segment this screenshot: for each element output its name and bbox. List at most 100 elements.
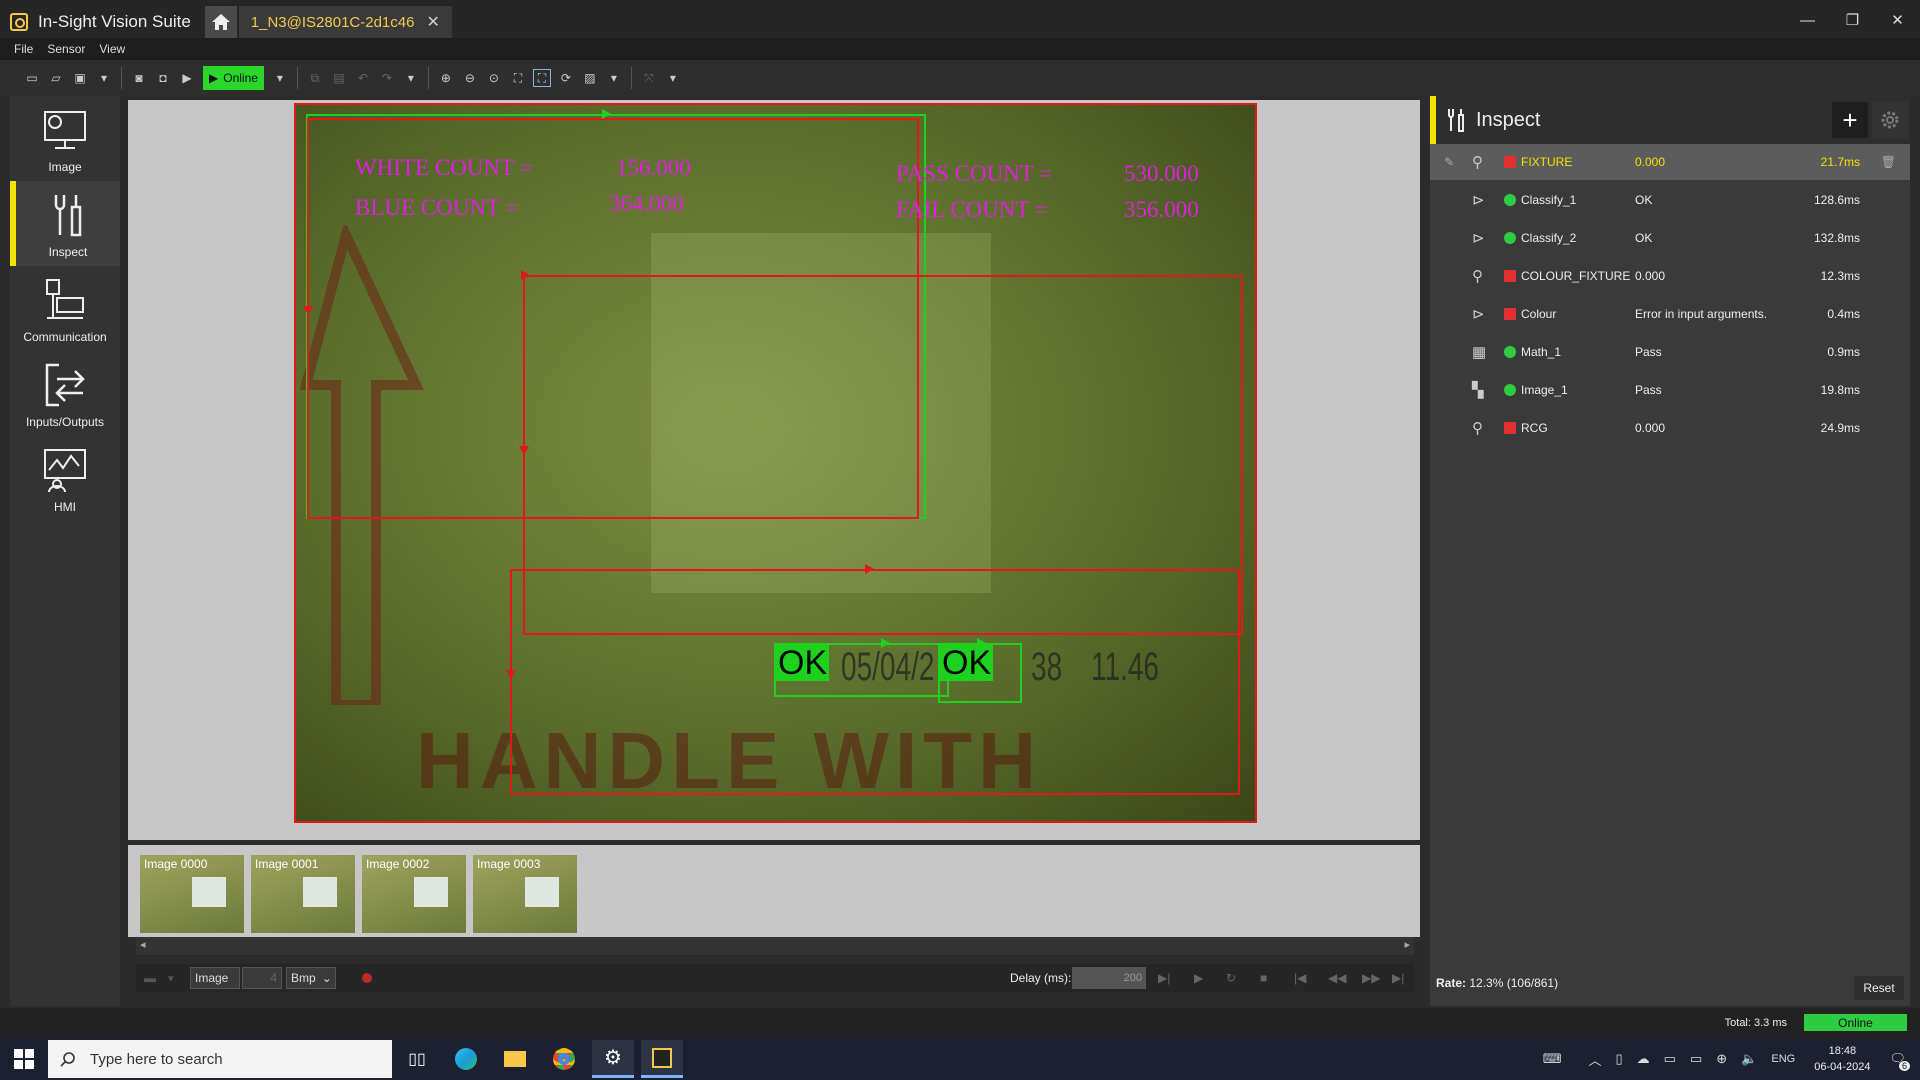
battery-icon[interactable]: ▭ [1690, 1051, 1702, 1067]
tool-row[interactable]: ⚲ COLOUR_FIXTURE 0.000 12.3ms [1430, 258, 1910, 294]
tool-row[interactable]: ▚ Image_1 Pass 19.8ms [1430, 372, 1910, 408]
record-icon[interactable] [362, 973, 372, 983]
first-icon[interactable]: |◀ [1294, 971, 1306, 985]
dropdown-icon[interactable]: ▾ [605, 69, 623, 87]
source-select[interactable]: Image [190, 967, 240, 989]
scroll-left-icon[interactable]: ◂ [140, 938, 146, 951]
thumbnail[interactable]: Image 0000 [140, 855, 244, 933]
stop-icon[interactable]: ■ [1260, 971, 1267, 985]
save-icon[interactable]: ▣ [71, 69, 89, 87]
zoom-in-icon[interactable]: ⊕ [437, 69, 455, 87]
fail-count-value: 356.000 [1124, 197, 1199, 222]
insight-app-button[interactable] [641, 1040, 683, 1078]
menu-file[interactable]: File [14, 42, 33, 56]
gear-icon [1881, 111, 1899, 129]
delay-input[interactable]: 200 [1072, 967, 1146, 989]
last-icon[interactable]: ▶| [1392, 971, 1404, 985]
settings-app-button[interactable]: ⚙ [592, 1040, 634, 1078]
next-icon[interactable]: ▶▶ [1362, 971, 1380, 985]
windows-start-icon[interactable] [14, 1049, 34, 1069]
edit-pencil-icon[interactable]: ✎ [1444, 155, 1454, 169]
thumbnail[interactable]: Image 0001 [251, 855, 355, 933]
video-icon[interactable]: ▶ [178, 69, 196, 87]
thumbnail[interactable]: Image 0002 [362, 855, 466, 933]
reset-button[interactable]: Reset [1854, 976, 1904, 1000]
camera-icon[interactable]: ◙ [130, 69, 148, 87]
file-explorer-button[interactable] [494, 1040, 536, 1078]
zoom-1to1-icon[interactable]: ⊙ [485, 69, 503, 87]
tool-name: Classify_1 [1521, 193, 1577, 207]
step-icon[interactable]: ▶| [1158, 971, 1170, 985]
notification-icon[interactable]: 🗨 6 [1889, 1051, 1910, 1071]
settings-button[interactable] [1872, 102, 1908, 138]
format-select[interactable]: Bmp ⌄ [286, 967, 336, 989]
minimize-button[interactable]: — [1785, 0, 1830, 40]
nav-communication[interactable]: Communication [10, 266, 120, 351]
display-icon[interactable]: ▭ [1664, 1051, 1676, 1067]
tool-row[interactable]: ▦ Math_1 Pass 0.9ms [1430, 334, 1910, 370]
tool-result: 0.000 [1635, 269, 1666, 283]
redo-icon[interactable]: ↷ [378, 69, 396, 87]
new-file-icon[interactable]: ▭ [23, 69, 41, 87]
zoom-out-icon[interactable]: ⊖ [461, 69, 479, 87]
device-icon[interactable]: ▯ [1616, 1051, 1623, 1067]
tool-row[interactable]: ✎ ⚲ FIXTURE 0.000 21.7ms 🗑 [1430, 144, 1910, 180]
chrome-button[interactable] [543, 1040, 585, 1078]
previous-icon[interactable]: ◀◀ [1328, 971, 1346, 985]
tool-row[interactable]: ⊳ Classify_1 OK 128.6ms [1430, 182, 1910, 218]
folder-icon[interactable]: ▬ [144, 971, 156, 985]
menu-view[interactable]: View [99, 42, 125, 56]
zoom-fill-icon[interactable]: ⛶ [532, 69, 551, 87]
image-settings-icon[interactable]: ▨ [581, 69, 599, 87]
tool-row[interactable]: ⚲ RCG 0.000 24.9ms [1430, 410, 1910, 446]
paste-icon[interactable]: ▤ [330, 69, 348, 87]
scroll-right-icon[interactable]: ▸ [1404, 938, 1410, 951]
edge-button[interactable] [445, 1040, 487, 1078]
copy-icon[interactable]: ⧉ [306, 69, 324, 87]
nav-image[interactable]: Image [10, 96, 120, 181]
add-tool-button[interactable]: + [1832, 102, 1868, 138]
volume-icon[interactable]: 🔈 [1741, 1051, 1757, 1067]
open-folder-icon[interactable]: ▱ [47, 69, 65, 87]
tool-row[interactable]: ⊳ Classify_2 OK 132.8ms [1430, 220, 1910, 256]
nav-hmi[interactable]: HMI [10, 436, 120, 521]
cloud-icon[interactable]: ☁ [1637, 1051, 1650, 1067]
trigger-camera-icon[interactable]: ◘ [154, 69, 172, 87]
chevron-up-icon[interactable]: ︿ [1589, 1050, 1602, 1069]
camera-image[interactable]: 05/04/2 38 11.46 HANDLE WITH CARE WHITE … [294, 103, 1257, 823]
trash-icon[interactable]: 🗑 [1881, 155, 1896, 169]
close-tab-icon[interactable]: ✕ [426, 12, 439, 32]
tool-row[interactable]: ⊳ Colour Error in input arguments. 0.4ms [1430, 296, 1910, 332]
undo-icon[interactable]: ↶ [354, 69, 372, 87]
online-toggle-button[interactable]: ▶ Online [203, 66, 264, 90]
dropdown-icon[interactable]: ▾ [402, 69, 420, 87]
dropdown-icon[interactable]: ▾ [271, 69, 289, 87]
language-indicator[interactable]: ENG [1771, 1053, 1795, 1065]
menu-sensor[interactable]: Sensor [47, 42, 85, 56]
image-rotate-icon[interactable]: ⟳ [557, 69, 575, 87]
filmstrip-scrollbar[interactable]: ◂ ▸ [136, 937, 1414, 955]
image-count-stepper[interactable]: 4 [242, 967, 282, 989]
tool-name: COLOUR_FIXTURE [1521, 269, 1631, 283]
play-icon[interactable]: ▶ [1194, 971, 1203, 985]
network-globe-icon[interactable]: ⊕ [1716, 1051, 1727, 1067]
network-icon [46, 278, 84, 319]
restore-button[interactable]: ❐ [1830, 0, 1875, 40]
taskbar-search[interactable]: Type here to search [48, 1040, 392, 1078]
clock[interactable]: 18:48 06-04-2024 [1814, 1043, 1870, 1075]
zoom-fit-icon[interactable]: ⛶ [509, 69, 527, 87]
dropdown-icon[interactable]: ▾ [168, 972, 174, 985]
nav-inspect[interactable]: Inspect [10, 181, 120, 266]
blue-count-label: BLUE COUNT = [355, 195, 519, 220]
document-tab[interactable]: 1_N3@IS2801C-2d1c46 ✕ [238, 6, 452, 38]
home-tab[interactable] [204, 6, 237, 38]
close-button[interactable]: ✕ [1875, 0, 1920, 40]
loop-icon[interactable]: ↻ [1226, 971, 1236, 985]
nav-inputs-outputs[interactable]: Inputs/Outputs [10, 351, 120, 436]
task-view-button[interactable]: ▯▯ [396, 1040, 438, 1078]
keyboard-icon[interactable]: ⌨ [1543, 1051, 1562, 1067]
dropdown-icon[interactable]: ▾ [664, 69, 682, 87]
dropdown-icon[interactable]: ▾ [95, 69, 113, 87]
expand-icon[interactable]: ⤧ [640, 69, 658, 87]
thumbnail[interactable]: Image 0003 [473, 855, 577, 933]
